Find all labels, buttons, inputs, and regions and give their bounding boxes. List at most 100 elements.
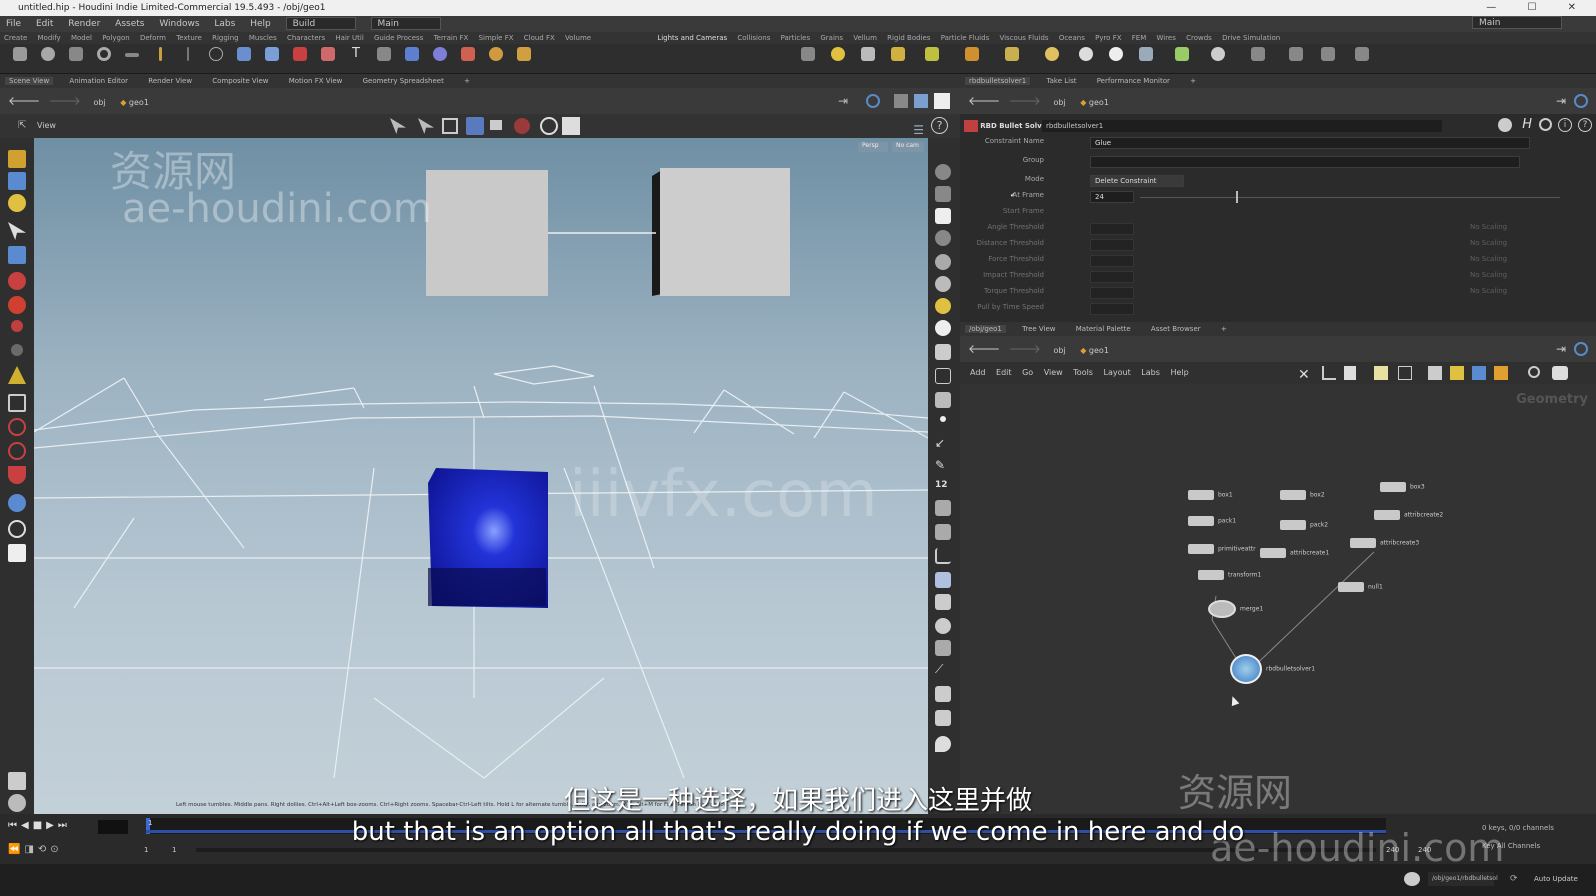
normal-display-icon[interactable]: [935, 368, 951, 384]
param-forward-icon[interactable]: 🡒: [1009, 94, 1041, 108]
display-options-icon[interactable]: [490, 120, 502, 130]
net-search-icon[interactable]: [1528, 366, 1540, 378]
shelf-tab-rigid-bodies[interactable]: Rigid Bodies: [887, 34, 930, 42]
tab-scene-view[interactable]: Scene View: [5, 77, 54, 85]
range-start[interactable]: 1: [144, 846, 148, 854]
shelf-tab-vellum[interactable]: Vellum: [853, 34, 877, 42]
shelf-tab-fem[interactable]: FEM: [1132, 34, 1147, 42]
node-rbdbulletsolver1[interactable]: rbdbulletsolver1: [1230, 654, 1315, 684]
uv-icon[interactable]: 12: [935, 480, 951, 496]
pull-field[interactable]: [1090, 303, 1134, 315]
distance-field[interactable]: [1090, 239, 1134, 251]
bones-icon[interactable]: [935, 640, 951, 656]
back-arrow-icon[interactable]: 🡐: [8, 94, 40, 108]
brush-tool-icon[interactable]: ↙: [935, 436, 951, 452]
net-link-icon[interactable]: [1574, 342, 1588, 356]
transform-icon[interactable]: [8, 246, 26, 264]
shelf-tab-collisions[interactable]: Collisions: [737, 34, 770, 42]
curve-tool[interactable]: [232, 46, 256, 72]
shelf-tab-simple-fx[interactable]: Simple FX: [479, 34, 514, 42]
net-obj-path[interactable]: obj: [1053, 346, 1065, 355]
node-name-field[interactable]: rbdbulletsolver1: [1042, 120, 1442, 132]
at-frame-field[interactable]: 24: [1090, 191, 1134, 203]
shelf-tab-guide-process[interactable]: Guide Process: [374, 34, 423, 42]
net-geo-path[interactable]: geo1: [1089, 346, 1109, 355]
menu-edit[interactable]: Edit: [36, 19, 53, 29]
wireframe-toggle-icon[interactable]: [466, 117, 484, 135]
spray-paint-tool[interactable]: [316, 46, 340, 72]
node-attribcreate1[interactable]: attribcreate1: [1260, 548, 1329, 558]
param-gear-icon[interactable]: [1498, 118, 1512, 132]
range-start-b[interactable]: 1: [172, 846, 176, 854]
net-pin-icon[interactable]: ⇥: [1556, 336, 1566, 362]
screenshot-icon[interactable]: [935, 686, 951, 702]
tab-material-palette[interactable]: Material Palette: [1072, 325, 1135, 333]
tab-take-list[interactable]: Take List: [1042, 77, 1080, 85]
l-system-tool[interactable]: [400, 46, 424, 72]
tab-tree-view[interactable]: Tree View: [1018, 325, 1059, 333]
torus-tool[interactable]: [92, 46, 116, 72]
camera-view-icon[interactable]: [8, 520, 26, 538]
spiral-tool[interactable]: [484, 46, 508, 72]
rotate-icon[interactable]: [8, 296, 26, 314]
constraint-name-field[interactable]: Glue: [1090, 137, 1530, 149]
snap-grid-net-icon[interactable]: [1322, 366, 1336, 380]
wrench-icon[interactable]: ✕: [1298, 364, 1310, 386]
box-tool[interactable]: [8, 46, 32, 72]
ambient-light-tool[interactable]: [1206, 46, 1230, 72]
force-field[interactable]: [1090, 255, 1134, 267]
shelf-tab-create[interactable]: Create: [4, 34, 27, 42]
node-attribcreate2[interactable]: attribcreate2: [1374, 510, 1443, 520]
gi-light-tool[interactable]: [1104, 46, 1128, 72]
line-tool[interactable]: [176, 46, 200, 72]
node-null1[interactable]: null1: [1338, 582, 1383, 592]
status-refresh-icon[interactable]: ⟳: [1510, 874, 1518, 884]
shelf-tab-drive-simulation[interactable]: Drive Simulation: [1222, 34, 1280, 42]
tab-asset-browser[interactable]: Asset Browser: [1147, 325, 1205, 333]
tab-performance-monitor[interactable]: Performance Monitor: [1093, 77, 1174, 85]
param-obj-path[interactable]: obj: [1053, 98, 1065, 107]
tab-render-view[interactable]: Render View: [144, 77, 196, 85]
magnet-icon[interactable]: [8, 466, 26, 484]
snap-grid-icon[interactable]: [8, 494, 26, 512]
param-help-icon[interactable]: ?: [1578, 118, 1592, 132]
menu-assets[interactable]: Assets: [115, 19, 144, 29]
vr-camera-tool[interactable]: [1284, 46, 1308, 72]
param-info-icon[interactable]: i: [1558, 118, 1572, 132]
point-display-icon[interactable]: [935, 344, 951, 360]
menu-file[interactable]: File: [6, 19, 21, 29]
menu-help[interactable]: Help: [250, 19, 271, 29]
tab-geometry-spreadsheet[interactable]: Geometry Spreadsheet: [359, 77, 448, 85]
menu-render[interactable]: Render: [68, 19, 100, 29]
platonic-solids-tool[interactable]: [372, 46, 396, 72]
image-plane-icon[interactable]: [935, 710, 951, 726]
image-icon[interactable]: [1472, 366, 1486, 380]
add-tab-button[interactable]: +: [460, 77, 474, 85]
node-box3[interactable]: box3: [1380, 482, 1425, 492]
path-tool[interactable]: [288, 46, 312, 72]
node-pack2[interactable]: pack2: [1280, 520, 1328, 530]
sphere-tool[interactable]: [36, 46, 60, 72]
menu-labs[interactable]: Labs: [214, 19, 235, 29]
shelf-tab-particles[interactable]: Particles: [781, 34, 811, 42]
impact-field[interactable]: [1090, 271, 1134, 283]
menu-windows[interactable]: Windows: [159, 19, 199, 29]
viewer-layout-icon[interactable]: [894, 94, 908, 108]
param-geo-path[interactable]: geo1: [1089, 98, 1109, 107]
node-transform1[interactable]: transform1: [1198, 570, 1261, 580]
shelf-tab-wires[interactable]: Wires: [1156, 34, 1175, 42]
net-menu-add[interactable]: Add: [970, 368, 986, 377]
geometry-light-tool[interactable]: [920, 46, 944, 72]
select-mode-icon[interactable]: [8, 172, 26, 190]
grid-view-icon[interactable]: [1374, 366, 1388, 380]
network-box-icon[interactable]: [1428, 366, 1442, 380]
shelf-tab-oceans[interactable]: Oceans: [1059, 34, 1085, 42]
shelf-tab-crowds[interactable]: Crowds: [1186, 34, 1212, 42]
render-settings-icon[interactable]: [562, 117, 580, 135]
metaball-tool[interactable]: [428, 46, 452, 72]
point-numbers-icon[interactable]: [940, 416, 946, 422]
measure-icon[interactable]: [8, 394, 26, 412]
stereo-camera-tool[interactable]: [1246, 46, 1270, 72]
net-menu-labs[interactable]: Labs: [1141, 368, 1160, 377]
node-box1[interactable]: box1: [1188, 490, 1233, 500]
